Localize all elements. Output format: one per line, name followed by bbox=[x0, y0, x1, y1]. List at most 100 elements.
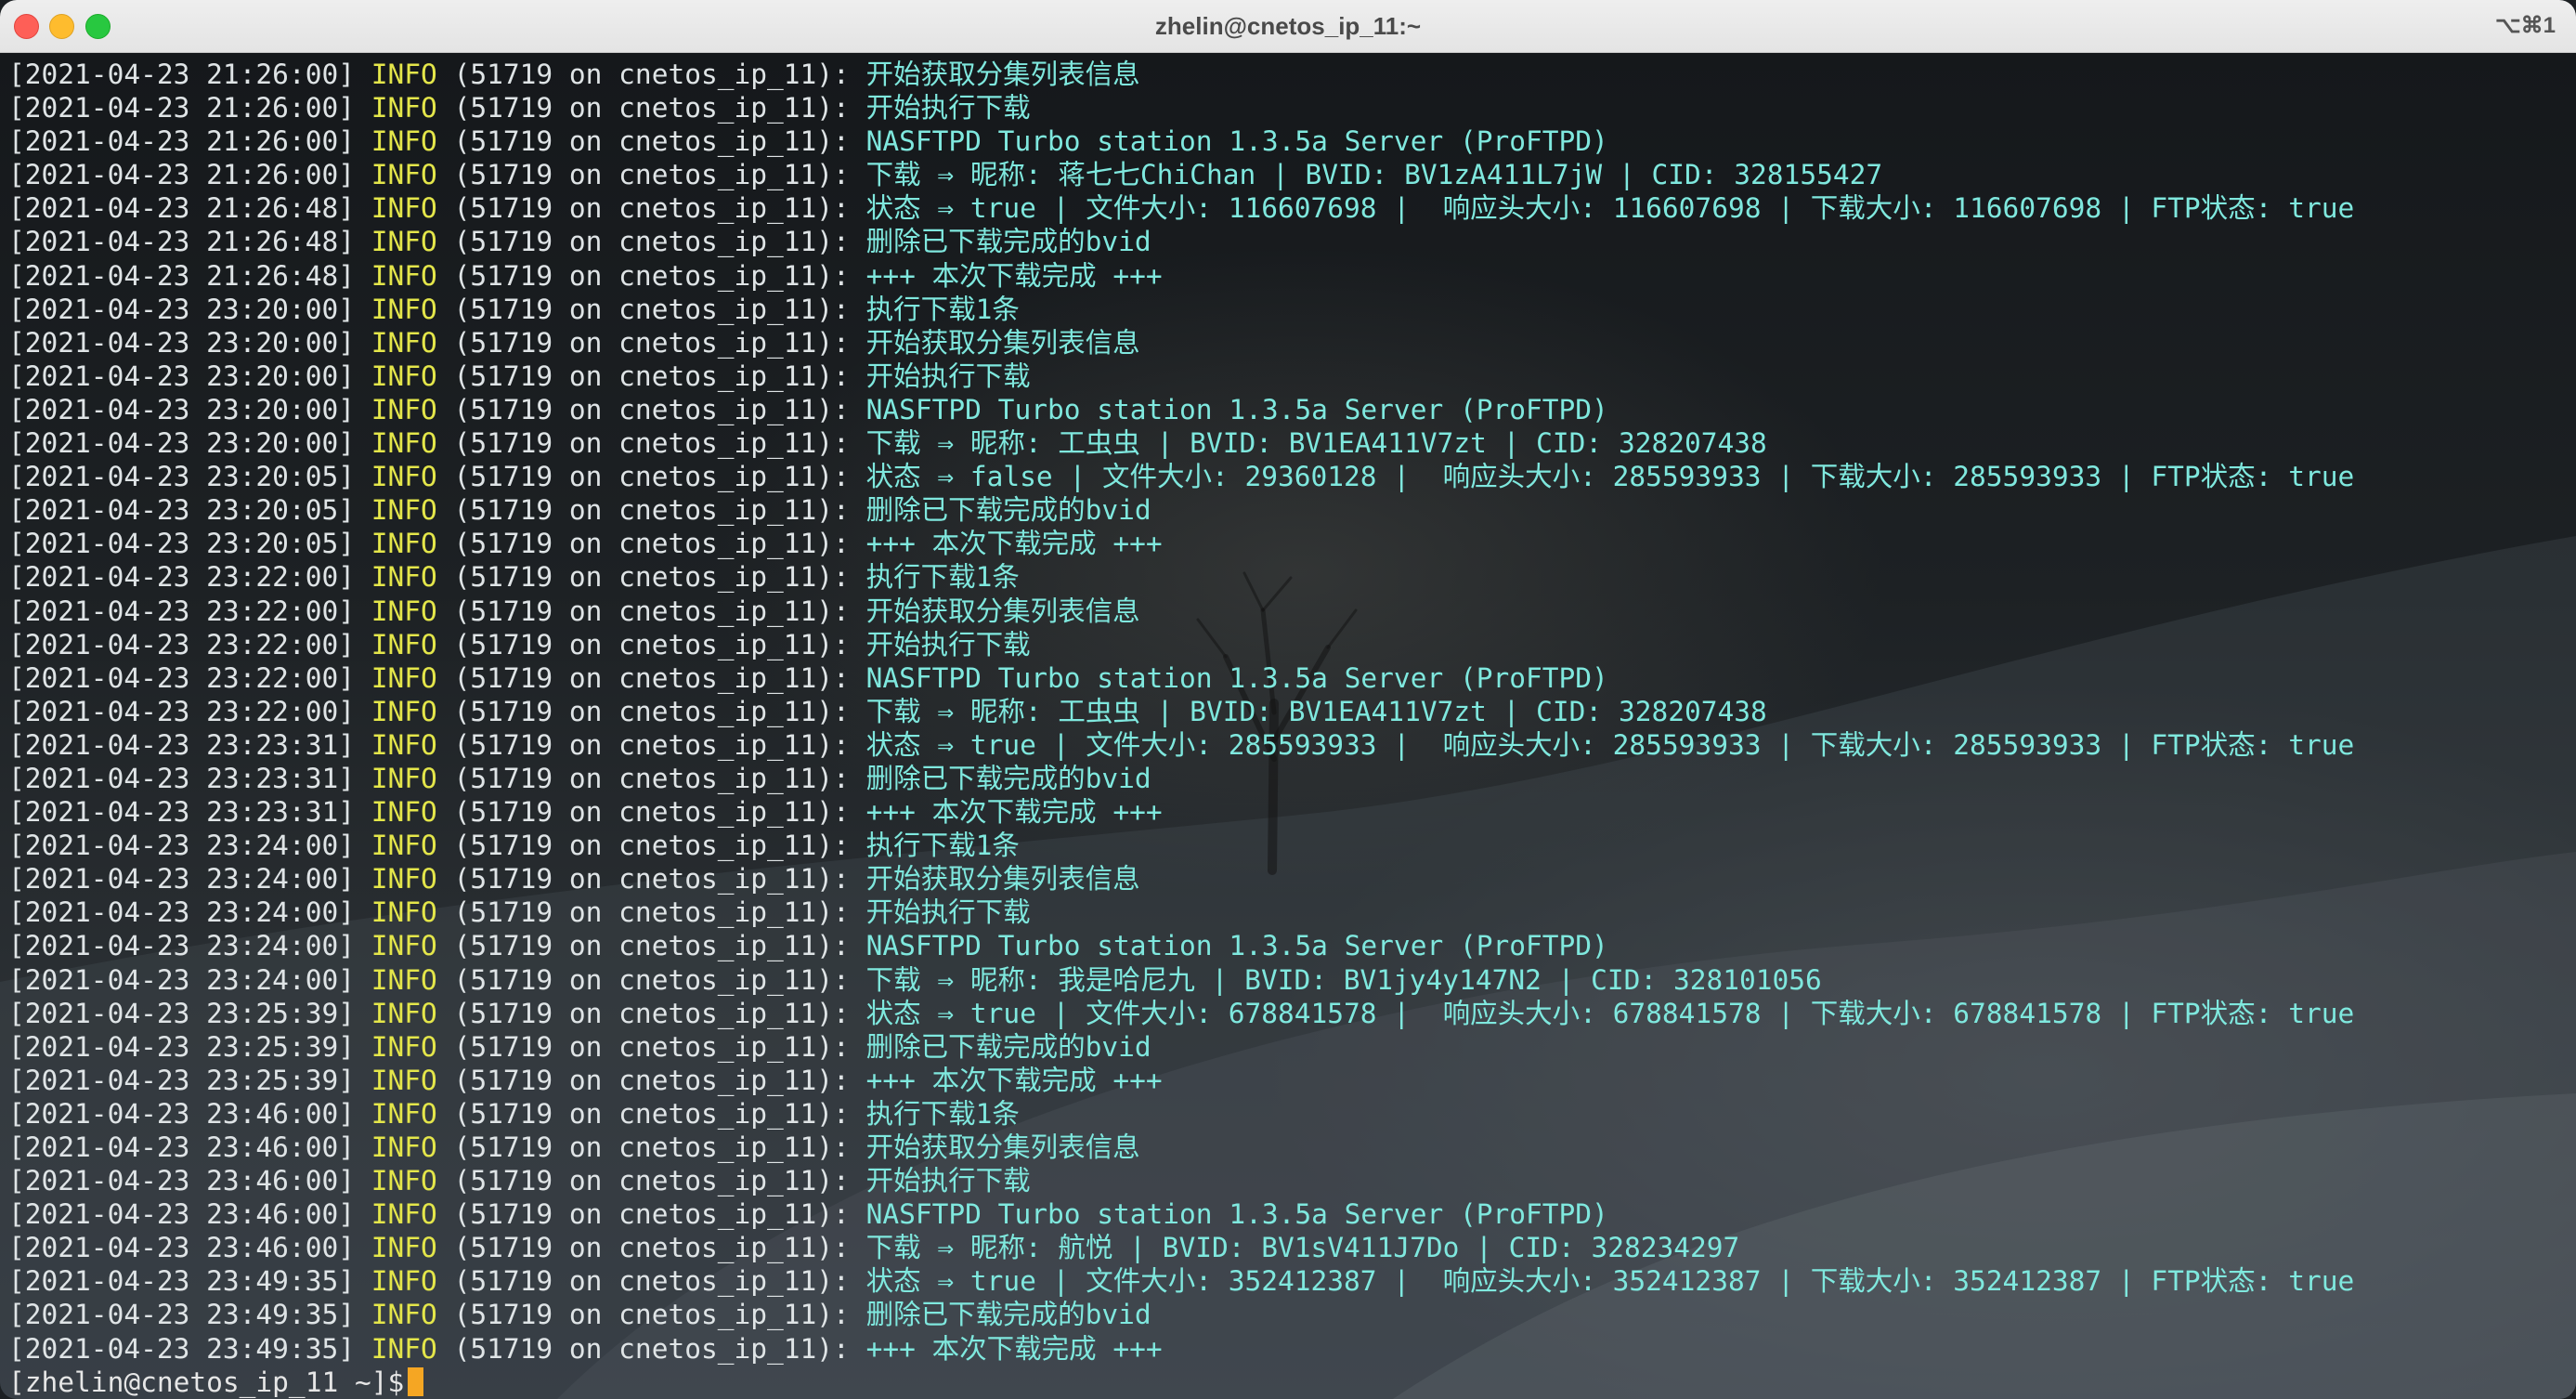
log-message: +++ 本次下载完成 +++ bbox=[865, 259, 1163, 292]
log-source: (51719 on cnetos_ip_11): bbox=[453, 293, 850, 325]
log-timestamp: [2021-04-23 23:22:00] bbox=[8, 561, 355, 594]
log-level: INFO bbox=[371, 830, 437, 862]
log-source: (51719 on cnetos_ip_11): bbox=[453, 796, 850, 829]
log-line: [2021-04-23 21:26:48] INFO (51719 on cne… bbox=[8, 225, 2354, 258]
log-line: [2021-04-23 23:24:00] INFO (51719 on cne… bbox=[8, 896, 2354, 929]
prompt-line[interactable]: [zhelin@cnetos_ip_11 ~]$ bbox=[8, 1366, 2354, 1399]
log-message: 开始获取分集列表信息 bbox=[865, 59, 1140, 90]
log-timestamp: [2021-04-23 23:24:00] bbox=[8, 930, 355, 962]
title-bar[interactable]: zhelin@cnetos_ip_11:~ ⌥⌘1 bbox=[0, 0, 2576, 53]
log-timestamp: [2021-04-23 23:20:00] bbox=[8, 427, 355, 460]
log-timestamp: [2021-04-23 23:25:39] bbox=[8, 997, 355, 1029]
log-message: 状态 ⇒ false | 文件大小: 29360128 | 响应头大小: 285… bbox=[865, 461, 2355, 493]
log-source: (51719 on cnetos_ip_11): bbox=[453, 930, 850, 962]
terminal-content[interactable]: [2021-04-23 21:26:00] INFO (51719 on cne… bbox=[0, 53, 2576, 1399]
log-line: [2021-04-23 23:23:31] INFO (51719 on cne… bbox=[8, 728, 2354, 762]
log-line: [2021-04-23 23:22:00] INFO (51719 on cne… bbox=[8, 695, 2354, 728]
log-level: INFO bbox=[371, 226, 437, 258]
log-line: [2021-04-23 23:49:35] INFO (51719 on cne… bbox=[8, 1298, 2354, 1331]
log-source: (51719 on cnetos_ip_11): bbox=[453, 159, 850, 191]
log-message: 状态 ⇒ true | 文件大小: 678841578 | 响应头大小: 678… bbox=[865, 997, 2355, 1029]
log-message: NASFTPD Turbo station 1.3.5a Server (Pro… bbox=[865, 1198, 1608, 1231]
log-source: (51719 on cnetos_ip_11): bbox=[453, 1064, 850, 1096]
log-level: INFO bbox=[371, 1030, 437, 1063]
log-line: [2021-04-23 23:22:00] INFO (51719 on cne… bbox=[8, 595, 2354, 628]
log-source: (51719 on cnetos_ip_11): bbox=[453, 1030, 850, 1063]
terminal-output[interactable]: [2021-04-23 21:26:00] INFO (51719 on cne… bbox=[8, 58, 2354, 1399]
log-line: [2021-04-23 21:26:00] INFO (51719 on cne… bbox=[8, 158, 2354, 191]
log-line: [2021-04-23 23:22:00] INFO (51719 on cne… bbox=[8, 628, 2354, 661]
log-source: (51719 on cnetos_ip_11): bbox=[453, 427, 850, 460]
log-level: INFO bbox=[371, 695, 437, 727]
log-source: (51719 on cnetos_ip_11): bbox=[453, 896, 850, 929]
log-line: [2021-04-23 21:26:00] INFO (51719 on cne… bbox=[8, 58, 2354, 91]
log-timestamp: [2021-04-23 23:49:35] bbox=[8, 1265, 355, 1298]
log-message: 下载 ⇒ 昵称: 我是哈尼九 | BVID: BV1jy4y147N2 | CI… bbox=[865, 963, 1822, 996]
log-timestamp: [2021-04-23 23:20:05] bbox=[8, 528, 355, 560]
log-line: [2021-04-23 23:25:39] INFO (51719 on cne… bbox=[8, 997, 2354, 1030]
log-line: [2021-04-23 23:46:00] INFO (51719 on cne… bbox=[8, 1197, 2354, 1231]
log-source: (51719 on cnetos_ip_11): bbox=[453, 1265, 850, 1298]
log-timestamp: [2021-04-23 23:22:00] bbox=[8, 661, 355, 694]
log-level: INFO bbox=[371, 963, 437, 996]
log-level: INFO bbox=[371, 259, 437, 292]
log-line: [2021-04-23 23:20:05] INFO (51719 on cne… bbox=[8, 527, 2354, 560]
log-source: (51719 on cnetos_ip_11): bbox=[453, 728, 850, 761]
log-level: INFO bbox=[371, 661, 437, 694]
log-timestamp: [2021-04-23 21:26:00] bbox=[8, 92, 355, 124]
log-source: (51719 on cnetos_ip_11): bbox=[453, 762, 850, 794]
log-source: (51719 on cnetos_ip_11): bbox=[453, 561, 850, 594]
log-level: INFO bbox=[371, 293, 437, 325]
log-source: (51719 on cnetos_ip_11): bbox=[453, 1299, 850, 1331]
log-message: +++ 本次下载完成 +++ bbox=[865, 1064, 1163, 1096]
log-level: INFO bbox=[371, 528, 437, 560]
log-timestamp: [2021-04-23 23:24:00] bbox=[8, 863, 355, 896]
log-message: 开始执行下载 bbox=[865, 360, 1031, 392]
terminal-window: zhelin@cnetos_ip_11:~ ⌥⌘1 [2021-04-23 21… bbox=[0, 0, 2576, 1399]
log-level: INFO bbox=[371, 1064, 437, 1096]
log-line: [2021-04-23 23:23:31] INFO (51719 on cne… bbox=[8, 762, 2354, 795]
log-timestamp: [2021-04-23 23:20:00] bbox=[8, 293, 355, 325]
log-timestamp: [2021-04-23 23:20:00] bbox=[8, 326, 355, 359]
log-level: INFO bbox=[371, 125, 437, 158]
log-message: 执行下载1条 bbox=[865, 561, 1020, 594]
log-timestamp: [2021-04-23 23:23:31] bbox=[8, 728, 355, 761]
log-timestamp: [2021-04-23 23:25:39] bbox=[8, 1030, 355, 1063]
log-timestamp: [2021-04-23 23:20:05] bbox=[8, 461, 355, 493]
log-line: [2021-04-23 23:20:00] INFO (51719 on cne… bbox=[8, 393, 2354, 426]
log-timestamp: [2021-04-23 21:26:48] bbox=[8, 226, 355, 258]
log-message: 执行下载1条 bbox=[865, 830, 1020, 862]
log-message: 删除已下载完成的bvid bbox=[865, 226, 1151, 258]
log-source: (51719 on cnetos_ip_11): bbox=[453, 226, 850, 258]
log-timestamp: [2021-04-23 23:46:00] bbox=[8, 1198, 355, 1231]
log-message: 删除已下载完成的bvid bbox=[865, 1299, 1151, 1331]
log-line: [2021-04-23 23:20:00] INFO (51719 on cne… bbox=[8, 326, 2354, 360]
log-source: (51719 on cnetos_ip_11): bbox=[453, 863, 850, 896]
log-line: [2021-04-23 23:25:39] INFO (51719 on cne… bbox=[8, 1030, 2354, 1064]
log-level: INFO bbox=[371, 762, 437, 794]
log-timestamp: [2021-04-23 21:26:00] bbox=[8, 125, 355, 158]
log-source: (51719 on cnetos_ip_11): bbox=[453, 963, 850, 996]
log-level: INFO bbox=[371, 930, 437, 962]
log-message: 状态 ⇒ true | 文件大小: 116607698 | 响应头大小: 116… bbox=[865, 192, 2355, 225]
log-message: 开始获取分集列表信息 bbox=[865, 595, 1140, 627]
log-source: (51719 on cnetos_ip_11): bbox=[453, 1332, 850, 1365]
log-message: 开始执行下载 bbox=[865, 628, 1031, 660]
log-line: [2021-04-23 23:46:00] INFO (51719 on cne… bbox=[8, 1097, 2354, 1131]
log-line: [2021-04-23 21:26:00] INFO (51719 on cne… bbox=[8, 91, 2354, 124]
log-level: INFO bbox=[371, 1097, 437, 1130]
log-level: INFO bbox=[371, 1299, 437, 1331]
log-line: [2021-04-23 23:20:05] INFO (51719 on cne… bbox=[8, 493, 2354, 527]
log-source: (51719 on cnetos_ip_11): bbox=[453, 461, 850, 493]
log-level: INFO bbox=[371, 192, 437, 225]
log-level: INFO bbox=[371, 1165, 437, 1197]
log-timestamp: [2021-04-23 23:46:00] bbox=[8, 1097, 355, 1130]
log-line: [2021-04-23 23:46:00] INFO (51719 on cne… bbox=[8, 1231, 2354, 1264]
log-source: (51719 on cnetos_ip_11): bbox=[453, 1232, 850, 1264]
log-level: INFO bbox=[371, 1232, 437, 1264]
log-level: INFO bbox=[371, 1332, 437, 1365]
log-source: (51719 on cnetos_ip_11): bbox=[453, 125, 850, 158]
log-message: 开始执行下载 bbox=[865, 1165, 1031, 1197]
log-level: INFO bbox=[371, 461, 437, 493]
log-level: INFO bbox=[371, 595, 437, 627]
